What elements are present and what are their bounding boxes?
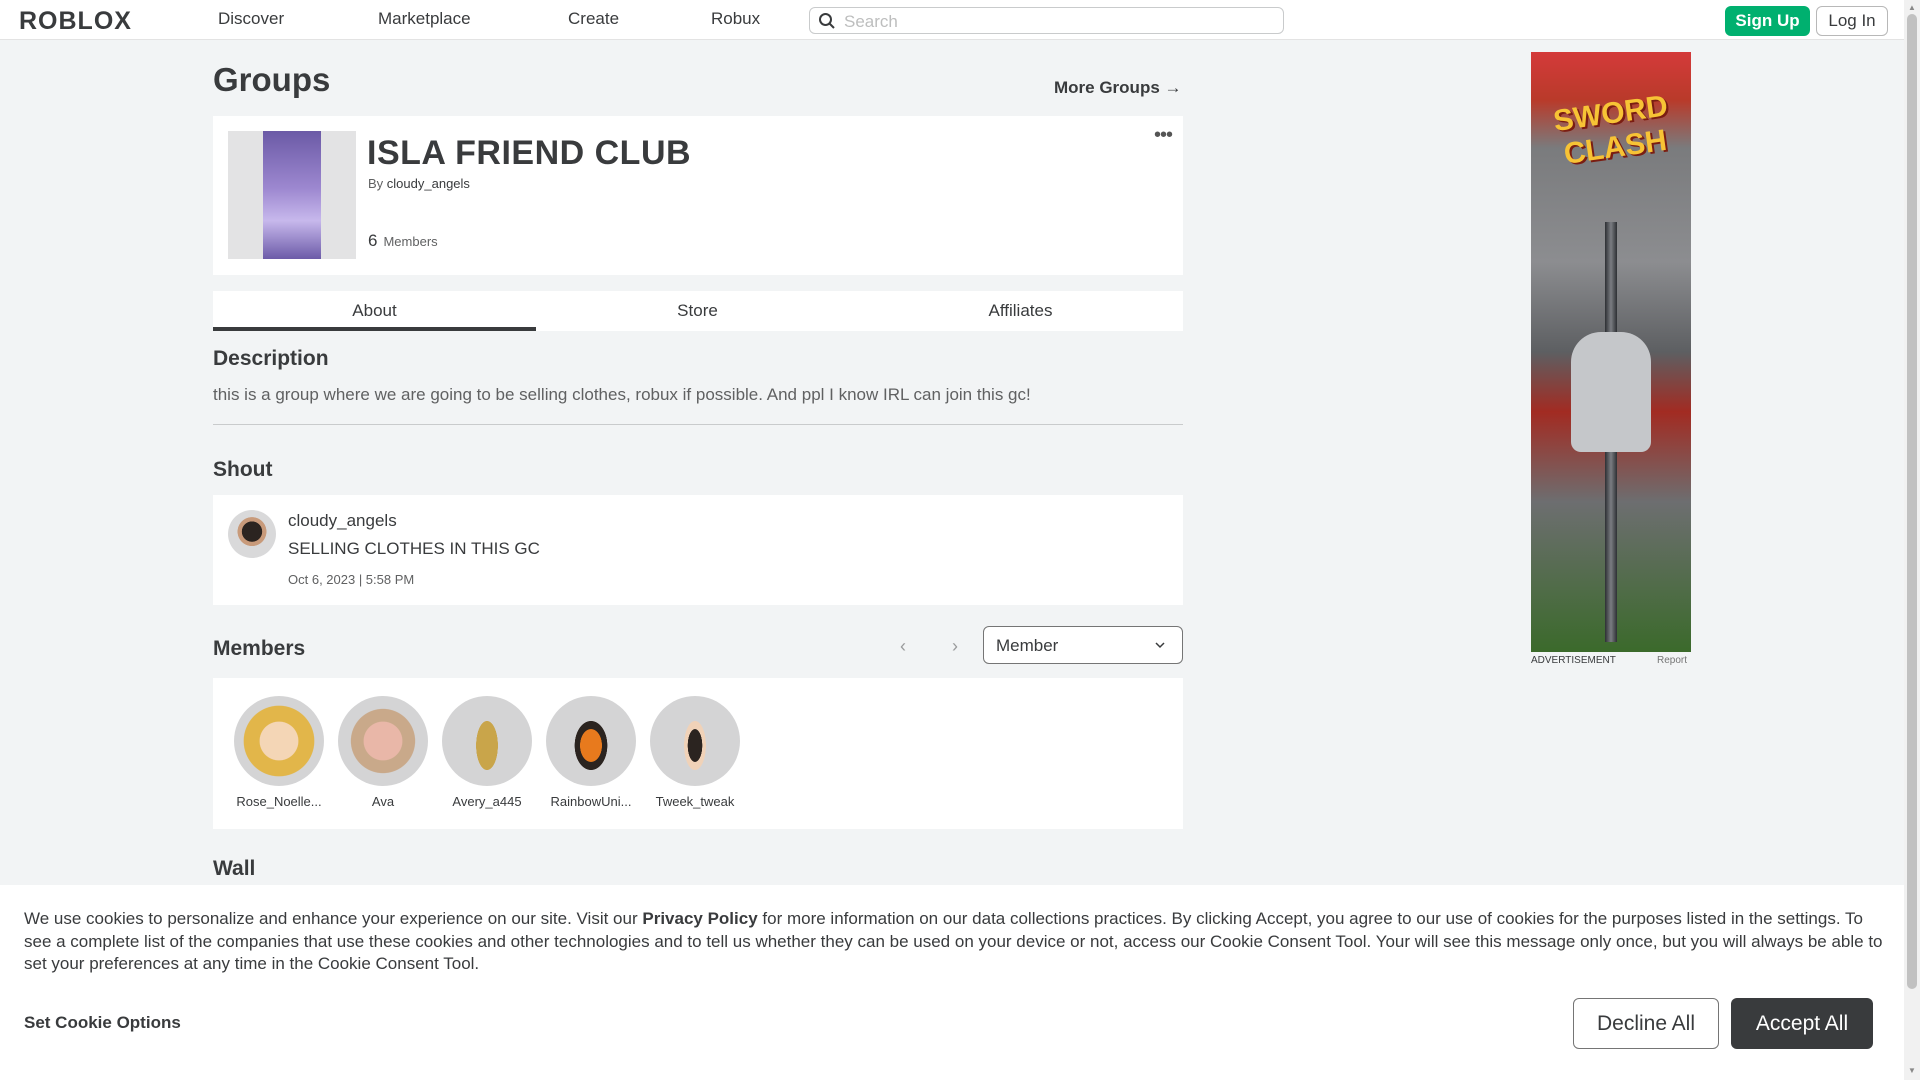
chevron-down-icon bbox=[1155, 642, 1165, 649]
cookie-text-part: We use cookies to personalize and enhanc… bbox=[24, 909, 643, 928]
nav-robux[interactable]: Robux bbox=[711, 9, 760, 29]
member-item[interactable]: Avery_a445 bbox=[435, 696, 539, 809]
search-placeholder: Search bbox=[844, 12, 898, 31]
member-name[interactable]: Avery_a445 bbox=[435, 794, 539, 809]
group-tabs: About Store Affiliates bbox=[213, 291, 1183, 331]
shout-message: SELLING CLOTHES IN THIS GC bbox=[288, 539, 540, 558]
by-prefix: By bbox=[368, 176, 384, 191]
wall-heading: Wall bbox=[213, 857, 256, 880]
member-name[interactable]: Tweek_tweak bbox=[643, 794, 747, 809]
advertisement-label: ADVERTISEMENT bbox=[1531, 655, 1616, 666]
scroll-up-icon[interactable]: ▲ bbox=[1908, 3, 1916, 12]
sign-up-button[interactable]: Sign Up bbox=[1725, 6, 1810, 36]
role-select[interactable]: Member bbox=[983, 626, 1183, 664]
nav-discover[interactable]: Discover bbox=[218, 9, 284, 29]
member-name[interactable]: Rose_Noelle... bbox=[227, 794, 331, 809]
cookie-message: We use cookies to personalize and enhanc… bbox=[24, 908, 1884, 976]
avatar[interactable] bbox=[546, 696, 636, 786]
avatar[interactable] bbox=[234, 696, 324, 786]
page-scrollbar[interactable]: ▲ ▼ bbox=[1904, 0, 1920, 1080]
shout-username[interactable]: cloudy_angels bbox=[288, 511, 397, 531]
member-count-number: 6 bbox=[368, 231, 378, 250]
member-item[interactable]: RainbowUni... bbox=[539, 696, 643, 809]
tab-affiliates[interactable]: Affiliates bbox=[859, 291, 1182, 331]
avatar[interactable] bbox=[228, 510, 276, 558]
shout-timestamp: Oct 6, 2023 | 5:58 PM bbox=[288, 572, 415, 587]
log-in-button[interactable]: Log In bbox=[1816, 6, 1888, 36]
cookie-banner: We use cookies to personalize and enhanc… bbox=[0, 885, 1904, 1080]
tab-about[interactable]: About bbox=[213, 291, 536, 331]
scrollbar-thumb[interactable] bbox=[1907, 14, 1917, 989]
page-title: Groups bbox=[213, 61, 331, 98]
group-emblem-image bbox=[263, 131, 321, 259]
role-select-value: Member bbox=[996, 636, 1059, 655]
member-item[interactable]: Rose_Noelle... bbox=[227, 696, 331, 809]
avatar[interactable] bbox=[338, 696, 428, 786]
nav-create[interactable]: Create bbox=[568, 9, 619, 29]
scroll-down-icon[interactable]: ▼ bbox=[1908, 1066, 1916, 1075]
members-heading: Members bbox=[213, 637, 306, 660]
ad-report-link[interactable]: Report bbox=[1657, 655, 1687, 666]
divider bbox=[213, 424, 1183, 425]
description-text: this is a group where we are going to be… bbox=[213, 385, 1031, 404]
member-name[interactable]: Ava bbox=[331, 794, 435, 809]
description-heading: Description bbox=[213, 347, 329, 370]
tab-store[interactable]: Store bbox=[536, 291, 859, 331]
members-list: Rose_Noelle... Ava Avery_a445 RainbowUni… bbox=[213, 678, 1183, 829]
shout-card: cloudy_angels SELLING CLOTHES IN THIS GC… bbox=[213, 495, 1183, 605]
nav-marketplace[interactable]: Marketplace bbox=[378, 9, 471, 29]
member-count: 6 Members bbox=[368, 231, 438, 251]
roblox-logo[interactable]: ROBLOX bbox=[19, 7, 132, 36]
decline-all-button[interactable]: Decline All bbox=[1573, 998, 1719, 1049]
chevron-left-icon[interactable]: ‹ bbox=[900, 636, 906, 657]
search-input[interactable]: Search bbox=[809, 7, 1284, 34]
avatar[interactable] bbox=[442, 696, 532, 786]
member-item[interactable]: Ava bbox=[331, 696, 435, 809]
member-count-label: Members bbox=[383, 234, 438, 249]
privacy-policy-link[interactable]: Privacy Policy bbox=[642, 909, 757, 928]
ad-knight-graphic bbox=[1571, 332, 1651, 452]
member-item[interactable]: Tweek_tweak bbox=[643, 696, 747, 809]
group-header-card: ISLA FRIEND CLUB By cloudy_angels 6 Membe… bbox=[213, 116, 1183, 275]
avatar[interactable] bbox=[650, 696, 740, 786]
advertisement-banner[interactable]: SWORD CLASH bbox=[1531, 52, 1691, 652]
chevron-right-icon[interactable]: › bbox=[952, 636, 958, 657]
search-icon bbox=[819, 13, 835, 29]
top-navigation-bar: ROBLOX Discover Marketplace Create Robux… bbox=[0, 0, 1904, 40]
accept-all-button[interactable]: Accept All bbox=[1731, 998, 1873, 1049]
member-name[interactable]: RainbowUni... bbox=[539, 794, 643, 809]
group-owner-link[interactable]: cloudy_angels bbox=[387, 176, 470, 191]
shout-heading: Shout bbox=[213, 458, 273, 481]
set-cookie-options-link[interactable]: Set Cookie Options bbox=[24, 1013, 181, 1033]
group-name: ISLA FRIEND CLUB bbox=[367, 134, 692, 172]
ad-logo: SWORD CLASH bbox=[1551, 89, 1670, 171]
ellipsis-icon[interactable]: ••• bbox=[1154, 124, 1173, 147]
group-owner-line: By cloudy_angels bbox=[368, 176, 470, 191]
group-emblem bbox=[228, 131, 356, 259]
more-groups-link[interactable]: More Groups → bbox=[1054, 78, 1182, 98]
